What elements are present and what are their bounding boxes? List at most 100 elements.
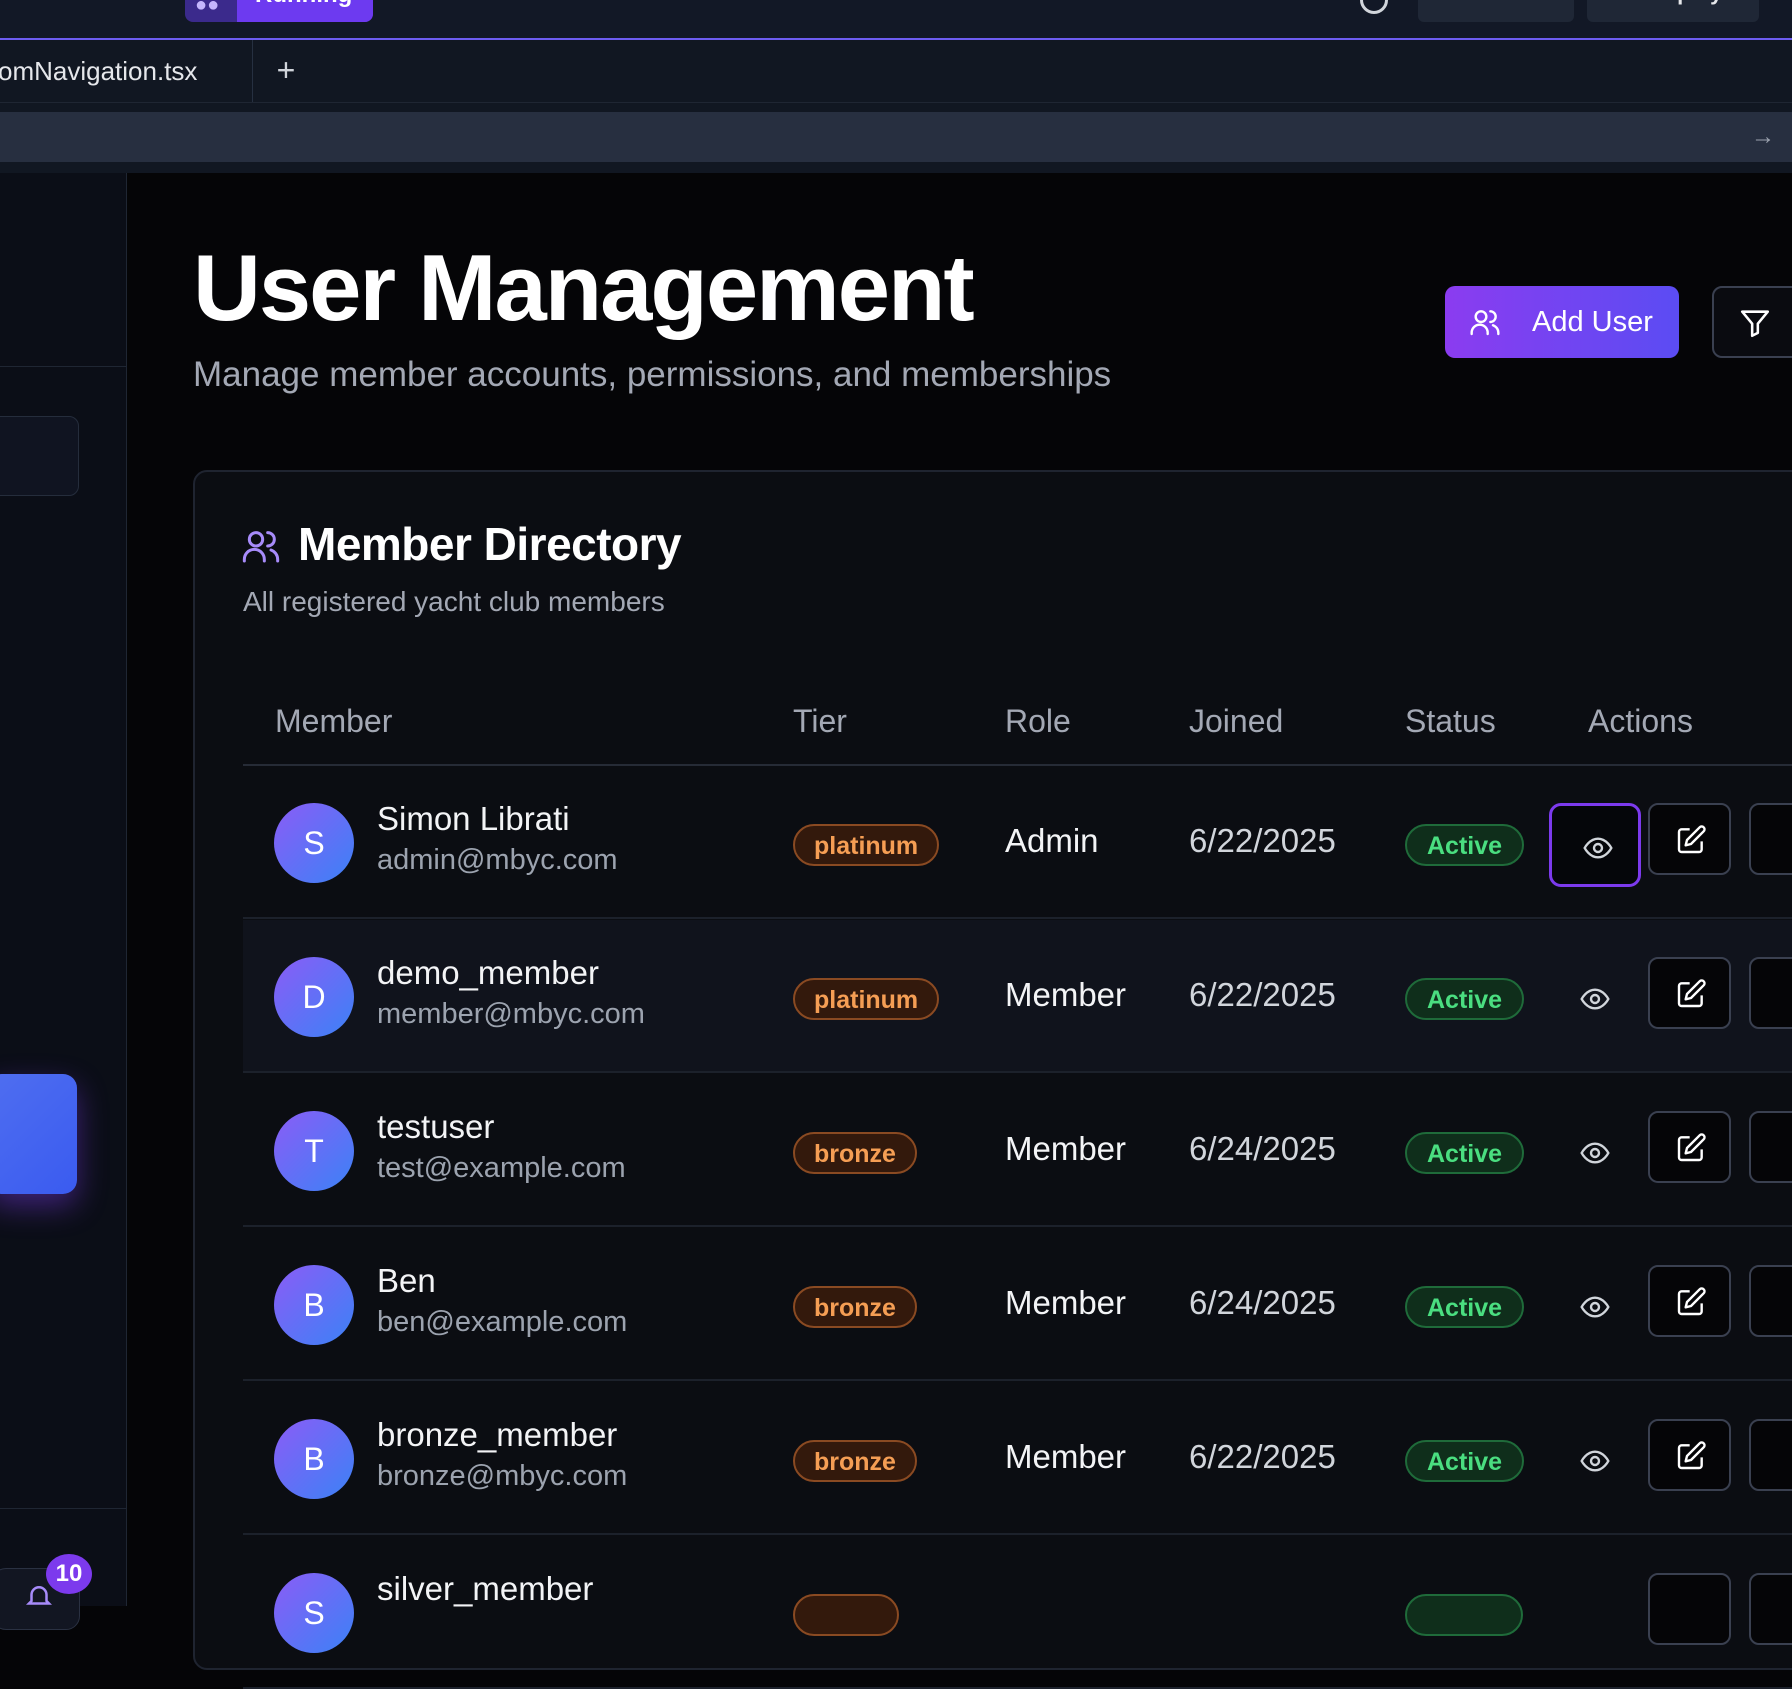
file-tab-bar: omNavigation.tsx + <box>0 40 1792 103</box>
member-role: Member <box>1005 976 1127 1013</box>
add-user-label: Add User <box>1532 306 1653 338</box>
member-joined: 6/24/2025 <box>1189 1130 1336 1167</box>
avatar: B <box>274 1265 354 1345</box>
status-badge: Active <box>1405 824 1525 866</box>
add-tab-button[interactable]: + <box>268 50 304 90</box>
view-button[interactable] <box>1549 1265 1641 1349</box>
delete-button[interactable] <box>1749 1265 1792 1337</box>
eye-icon <box>1580 988 1610 1010</box>
tier-badge: bronze <box>793 1440 917 1482</box>
member-email: bronze@mbyc.com <box>377 1460 628 1492</box>
view-button[interactable] <box>1549 1111 1641 1195</box>
member-email: ben@example.com <box>377 1306 628 1338</box>
users-icon <box>1470 310 1500 336</box>
edit-button[interactable] <box>1648 957 1731 1029</box>
member-email: admin@mbyc.com <box>377 844 618 876</box>
edit-button[interactable] <box>1648 1419 1731 1491</box>
column-header-tier: Tier <box>793 703 847 739</box>
tab-file[interactable]: omNavigation.tsx <box>0 40 253 102</box>
eye-icon <box>1580 1450 1610 1472</box>
member-name: Ben <box>377 1262 436 1299</box>
sidebar-divider <box>0 366 126 367</box>
delete-button[interactable] <box>1749 803 1792 875</box>
run-button-label: Running <box>237 0 373 22</box>
sidebar: 10 <box>0 173 127 1630</box>
tab-file-label: omNavigation.tsx <box>0 56 198 86</box>
tier-badge <box>793 1594 899 1636</box>
tier-badge: platinum <box>793 824 940 866</box>
view-button[interactable] <box>1549 957 1641 1041</box>
tier-badge: bronze <box>793 1132 917 1174</box>
eye-icon <box>1580 1296 1610 1318</box>
tier-badge: bronze <box>793 1286 917 1328</box>
add-user-button[interactable]: Add User <box>1445 286 1679 358</box>
edit-icon <box>1677 1133 1706 1162</box>
member-role: Member <box>1005 1130 1127 1167</box>
edit-icon <box>1677 1441 1706 1470</box>
delete-button[interactable] <box>1749 1419 1792 1491</box>
main-content: User Management Manage member accounts, … <box>127 173 1792 1689</box>
table-row[interactable]: T testuser test@example.com bronze Membe… <box>243 1074 1792 1227</box>
status-badge: Active <box>1405 1440 1525 1482</box>
url-input[interactable]: → <box>0 112 1792 162</box>
avatar: S <box>274 803 354 883</box>
status-badge: Active <box>1405 1132 1525 1174</box>
member-email: test@example.com <box>377 1152 626 1184</box>
member-joined: 6/24/2025 <box>1189 1284 1336 1321</box>
table-row[interactable]: D demo_member member@mbyc.com platinum M… <box>243 920 1792 1073</box>
sidebar-item-active[interactable] <box>0 1074 77 1194</box>
users-icon <box>242 531 280 563</box>
delete-button[interactable] <box>1749 1111 1792 1183</box>
status-badge: Active <box>1405 978 1525 1020</box>
preview-url-area: → <box>0 103 1792 173</box>
avatar: S <box>274 1573 354 1653</box>
view-button[interactable] <box>1549 1419 1641 1503</box>
member-role: Member <box>1005 1284 1127 1321</box>
column-header-member: Member <box>275 703 393 739</box>
notification-badge: 10 <box>46 1554 92 1594</box>
eye-icon <box>1583 837 1613 859</box>
view-button[interactable] <box>1549 803 1641 887</box>
avatar: B <box>274 1419 354 1499</box>
page-title: User Management <box>193 235 975 340</box>
column-header-status: Status <box>1405 703 1496 739</box>
avatar: T <box>274 1111 354 1191</box>
arrow-right-icon[interactable]: → <box>1748 122 1778 152</box>
table-row[interactable]: S Simon Librati admin@mbyc.com platinum … <box>243 766 1792 919</box>
edit-icon <box>1677 825 1706 854</box>
table-row[interactable]: S silver_member <box>243 1536 1792 1689</box>
edit-button[interactable] <box>1648 1265 1731 1337</box>
edit-button[interactable] <box>1648 1111 1731 1183</box>
delete-button[interactable] <box>1749 957 1792 1029</box>
eye-icon <box>1580 1142 1610 1164</box>
status-badge: Active <box>1405 1286 1525 1328</box>
search-icon[interactable] <box>1360 0 1388 14</box>
filter-icon <box>1740 310 1770 338</box>
member-role: Member <box>1005 1438 1127 1475</box>
status-badge <box>1405 1594 1523 1636</box>
filter-button[interactable] <box>1712 286 1792 358</box>
column-header-role: Role <box>1005 703 1071 739</box>
card-title: Member Directory <box>298 518 682 570</box>
member-joined: 6/22/2025 <box>1189 976 1336 1013</box>
sidebar-divider <box>0 1508 126 1509</box>
table-row[interactable]: B Ben ben@example.com bronze Member 6/24… <box>243 1228 1792 1381</box>
edit-button[interactable] <box>1648 1573 1731 1645</box>
member-name: Simon Librati <box>377 800 570 837</box>
member-role: Admin <box>1005 822 1099 859</box>
run-button[interactable]: ●● Running <box>185 0 373 22</box>
delete-button[interactable] <box>1749 1573 1792 1645</box>
member-name: demo_member <box>377 954 599 991</box>
member-directory-card: Member Directory All registered yacht cl… <box>193 470 1792 1689</box>
sidebar-item[interactable] <box>0 416 79 496</box>
member-joined: 6/22/2025 <box>1189 822 1336 859</box>
deploy-button[interactable]: Deploy <box>1587 0 1759 22</box>
member-email: member@mbyc.com <box>377 998 645 1030</box>
page-subtitle: Manage member accounts, permissions, and… <box>193 355 1112 394</box>
card-subtitle: All registered yacht club members <box>243 586 665 617</box>
edit-icon <box>1677 1287 1706 1316</box>
invite-button[interactable]: Invite <box>1418 0 1574 22</box>
table-row[interactable]: B bronze_member bronze@mbyc.com bronze M… <box>243 1382 1792 1535</box>
edit-button[interactable] <box>1648 803 1731 875</box>
top-bar: ●● Running Invite Deploy <box>0 0 1792 40</box>
